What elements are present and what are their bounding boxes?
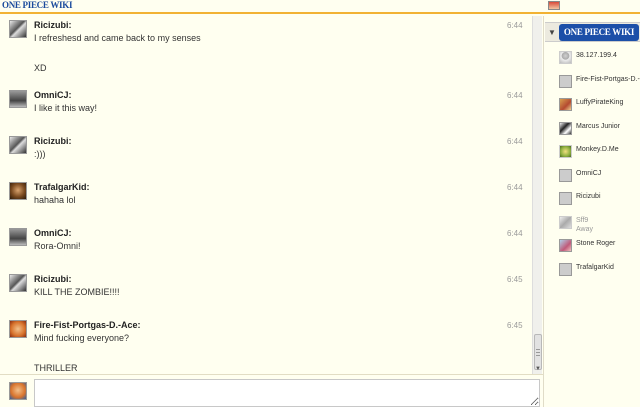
message-timestamp: 6:45 [507, 321, 523, 330]
user-name: Stone Roger [576, 240, 616, 247]
grip-line [536, 349, 540, 350]
chat-message: OmniCJ: 6:44 I like it this way! [0, 86, 530, 123]
user-avatar [559, 215, 572, 229]
top-bar: ONE PIECE WIKI [0, 0, 640, 14]
chat-message: TrafalgarKid: 6:44 hahaha lol [0, 178, 530, 215]
user-list-header[interactable]: ▼ ONE PIECE WIKI [545, 22, 640, 42]
user-name: OmniCJ [576, 169, 602, 177]
user-list-item[interactable]: LuffyPirateKing [558, 97, 640, 113]
user-avatar[interactable] [9, 136, 27, 154]
user-name: Marcus Junior [576, 122, 620, 130]
chat-message: Ricizubi: 6:45 KILL THE ZOMBIE!!!! [0, 270, 530, 307]
user-list-item[interactable]: Marcus Junior [558, 121, 640, 137]
message-text: I like it this way! [34, 103, 98, 113]
user-avatar [559, 121, 572, 135]
user-name: Sff9 [576, 216, 589, 224]
user-name: Fire-Fist-Portgas-D.- [576, 75, 640, 83]
message-timestamp: 6:44 [507, 21, 523, 30]
user-list-item[interactable]: Stone Roger [558, 238, 640, 254]
user-list-item[interactable]: Sff9 Away [558, 215, 640, 233]
user-list-item[interactable]: 38.127.199.4 [558, 50, 640, 66]
user-name: Monkey.D.Me [576, 146, 619, 153]
user-avatar [559, 192, 572, 205]
message-timestamp: 6:45 [507, 275, 523, 284]
user-avatar [559, 239, 572, 252]
user-avatar[interactable] [9, 274, 27, 292]
chat-message: Ricizubi: 6:44 I refreshesd and came back … [0, 16, 530, 83]
message-text: XD [34, 63, 47, 73]
user-avatar [559, 262, 572, 276]
message-text: hahaha lol [34, 195, 76, 205]
message-input[interactable] [34, 379, 540, 407]
user-avatar[interactable] [9, 228, 27, 246]
chat-message: OmniCJ: 6:44 Rora-Omni! [0, 224, 530, 261]
message-timestamp: 6:44 [507, 137, 523, 146]
user-avatar [559, 168, 572, 182]
self-avatar [9, 382, 27, 400]
message-username[interactable]: OmniCJ: [34, 90, 72, 100]
user-avatar [559, 98, 572, 111]
message-username[interactable]: Ricizubi: [34, 20, 72, 30]
user-avatar[interactable] [9, 90, 27, 108]
user-list-item[interactable]: Fire-Fist-Portgas-D.- [558, 74, 640, 90]
user-list-sidebar: ▼ ONE PIECE WIKI 38.127.199.4 Fire-Fist-P… [543, 16, 640, 407]
message-text: :))) [34, 149, 46, 159]
message-text: I refreshesd and came back to my senses [34, 33, 201, 43]
user-list-item[interactable]: TrafalgarKid [558, 262, 640, 278]
chat-message: Fire-Fist-Portgas-D.-Ace: 6:45 Mind fuckin… [0, 316, 530, 374]
message-timestamp: 6:44 [507, 183, 523, 192]
sidebar-wiki-logo: ONE PIECE WIKI [559, 24, 639, 41]
message-text: Mind fucking everyone? [34, 333, 130, 343]
user-avatar[interactable] [9, 320, 27, 338]
chat-scrollbar[interactable]: ▼ [532, 16, 542, 374]
message-username[interactable]: Fire-Fist-Portgas-D.-Ace: [34, 320, 141, 330]
message-text: KILL THE ZOMBIE!!!! [34, 287, 120, 297]
message-timestamp: 6:44 [507, 91, 523, 100]
user-list-item[interactable]: Monkey.D.Me [558, 144, 640, 160]
user-avatar [559, 74, 572, 88]
current-user-avatar[interactable] [548, 1, 560, 10]
message-input-bar [0, 374, 543, 407]
user-avatar [559, 145, 572, 158]
grip-line [536, 352, 540, 353]
collapse-arrow-icon[interactable]: ▼ [548, 28, 556, 37]
user-status: Away [576, 225, 593, 233]
user-list-item[interactable]: Ricizubi [558, 191, 640, 207]
message-text: Rora-Omni! [34, 241, 81, 251]
scroll-down-arrow-icon[interactable]: ▼ [534, 365, 542, 373]
message-username[interactable]: Ricizubi: [34, 274, 72, 284]
message-username[interactable]: Ricizubi: [34, 136, 72, 146]
chat-message: Ricizubi: 6:44:))) [0, 132, 530, 169]
wiki-logo[interactable]: ONE PIECE WIKI [2, 0, 72, 10]
message-username[interactable]: OmniCJ: [34, 228, 72, 238]
user-avatar [559, 51, 572, 64]
user-name: TrafalgarKid [576, 263, 614, 271]
grip-line [536, 355, 540, 356]
user-list-item[interactable]: OmniCJ [558, 168, 640, 184]
message-text: THRILLER [34, 363, 78, 373]
message-username[interactable]: TrafalgarKid: [34, 182, 90, 192]
user-name: 38.127.199.4 [576, 52, 617, 59]
message-timestamp: 6:44 [507, 229, 523, 238]
user-name: LuffyPirateKing [576, 99, 624, 106]
user-name: Ricizubi [576, 193, 601, 200]
user-avatar[interactable] [9, 182, 27, 200]
chat-messages: Ricizubi: 6:44 I refreshesd and came back … [0, 16, 532, 374]
user-avatar[interactable] [9, 20, 27, 38]
